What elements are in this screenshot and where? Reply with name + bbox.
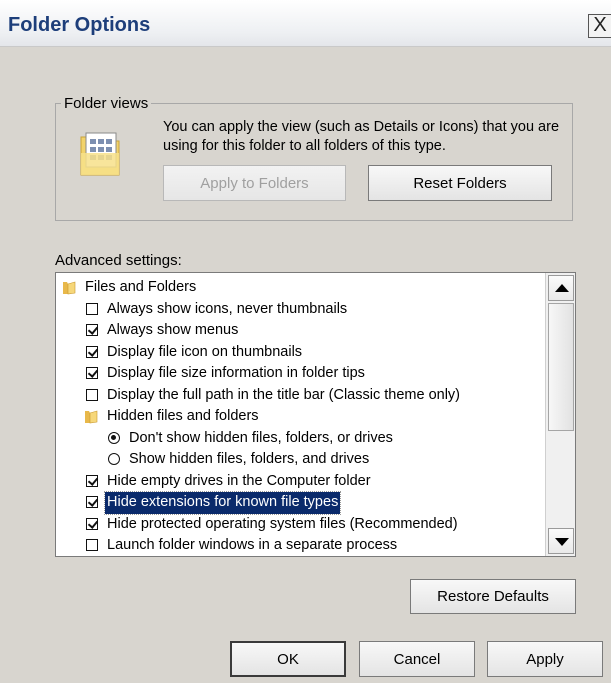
checkbox[interactable] bbox=[86, 388, 98, 401]
advanced-settings-label: Advanced settings: bbox=[55, 252, 182, 269]
folder-view-icon bbox=[80, 132, 120, 176]
apply-to-folders-button[interactable]: Apply to Folders bbox=[163, 165, 346, 201]
checkbox[interactable] bbox=[86, 496, 98, 508]
scrollbar-thumb[interactable] bbox=[548, 303, 574, 431]
advanced-settings-items: Files and Folders Always show icons, neve… bbox=[56, 277, 545, 556]
list-item-label: Show hidden files, folders, and drives bbox=[129, 451, 370, 467]
list-item-label: Don't show hidden files, folders, or dri… bbox=[129, 429, 393, 446]
checkbox[interactable] bbox=[86, 474, 98, 487]
list-group-header: Files and Folders bbox=[56, 277, 545, 299]
checkbox[interactable] bbox=[86, 539, 98, 551]
list-item-label: Hide protected operating system files (R… bbox=[107, 515, 458, 532]
scroll-up-arrow-icon[interactable] bbox=[548, 275, 574, 301]
scroll-down-arrow-icon[interactable] bbox=[548, 528, 574, 554]
title-bar[interactable]: Folder Options X bbox=[0, 0, 611, 47]
list-item[interactable]: Hide extensions for known file types bbox=[56, 491, 545, 515]
list-item[interactable]: Display the full path in the title bar (… bbox=[56, 385, 545, 407]
list-item-label: Always show icons, never thumbnails bbox=[107, 300, 348, 317]
checkbox[interactable] bbox=[86, 345, 98, 358]
list-item[interactable]: Display file size information in folder … bbox=[56, 363, 545, 385]
folder-views-description: You can apply the view (such as Details … bbox=[163, 119, 560, 154]
advanced-settings-list[interactable]: Files and Folders Always show icons, neve… bbox=[55, 272, 576, 557]
list-item-label: Display file icon on thumbnails bbox=[107, 343, 303, 360]
list-item[interactable]: Don't show hidden files, folders, or dri… bbox=[56, 428, 545, 450]
list-item-label: Display file size information in folder … bbox=[107, 365, 365, 381]
close-button[interactable]: X bbox=[588, 14, 611, 38]
checkbox[interactable] bbox=[86, 517, 98, 530]
ok-button[interactable]: OK bbox=[230, 641, 346, 677]
folder-options-dialog: Folder Options X Folder views You can ap… bbox=[0, 0, 611, 683]
list-item-label: Hide empty drives in the Computer folder bbox=[107, 472, 371, 489]
folder-icon bbox=[85, 410, 98, 424]
list-item-label: Launch folder windows in a separate proc… bbox=[107, 537, 398, 553]
vertical-scrollbar[interactable] bbox=[545, 273, 575, 556]
restore-defaults-button[interactable]: Restore Defaults bbox=[410, 579, 576, 614]
list-item-label: Hidden files and folders bbox=[107, 408, 259, 424]
cancel-button[interactable]: Cancel bbox=[359, 641, 475, 677]
list-group-header: Hidden files and folders bbox=[56, 406, 545, 428]
list-item[interactable]: Hide empty drives in the Computer folder bbox=[56, 471, 545, 493]
list-item-label: Display the full path in the title bar (… bbox=[107, 386, 460, 403]
folder-icon bbox=[63, 281, 76, 295]
apply-button[interactable]: Apply bbox=[487, 641, 603, 677]
radio-button[interactable] bbox=[108, 453, 120, 465]
list-item[interactable]: Always show icons, never thumbnails bbox=[56, 299, 545, 321]
checkbox[interactable] bbox=[86, 302, 98, 315]
list-item[interactable]: Launch folder windows in a separate proc… bbox=[56, 535, 545, 556]
list-item[interactable]: Always show menus bbox=[56, 320, 545, 342]
window-title: Folder Options bbox=[8, 14, 151, 36]
checkbox[interactable] bbox=[86, 367, 98, 379]
list-item-label: Hide extensions for known file types bbox=[103, 491, 342, 515]
list-item[interactable]: Hide protected operating system files (R… bbox=[56, 514, 545, 536]
list-item[interactable]: Show hidden files, folders, and drives bbox=[56, 449, 545, 471]
list-item-label: Always show menus bbox=[107, 322, 239, 338]
reset-folders-button[interactable]: Reset Folders bbox=[368, 165, 552, 201]
list-item-label: Files and Folders bbox=[85, 279, 197, 295]
folder-views-legend: Folder views bbox=[61, 95, 152, 112]
radio-button[interactable] bbox=[108, 431, 120, 444]
checkbox[interactable] bbox=[86, 324, 98, 336]
list-item[interactable]: Display file icon on thumbnails bbox=[56, 342, 545, 364]
